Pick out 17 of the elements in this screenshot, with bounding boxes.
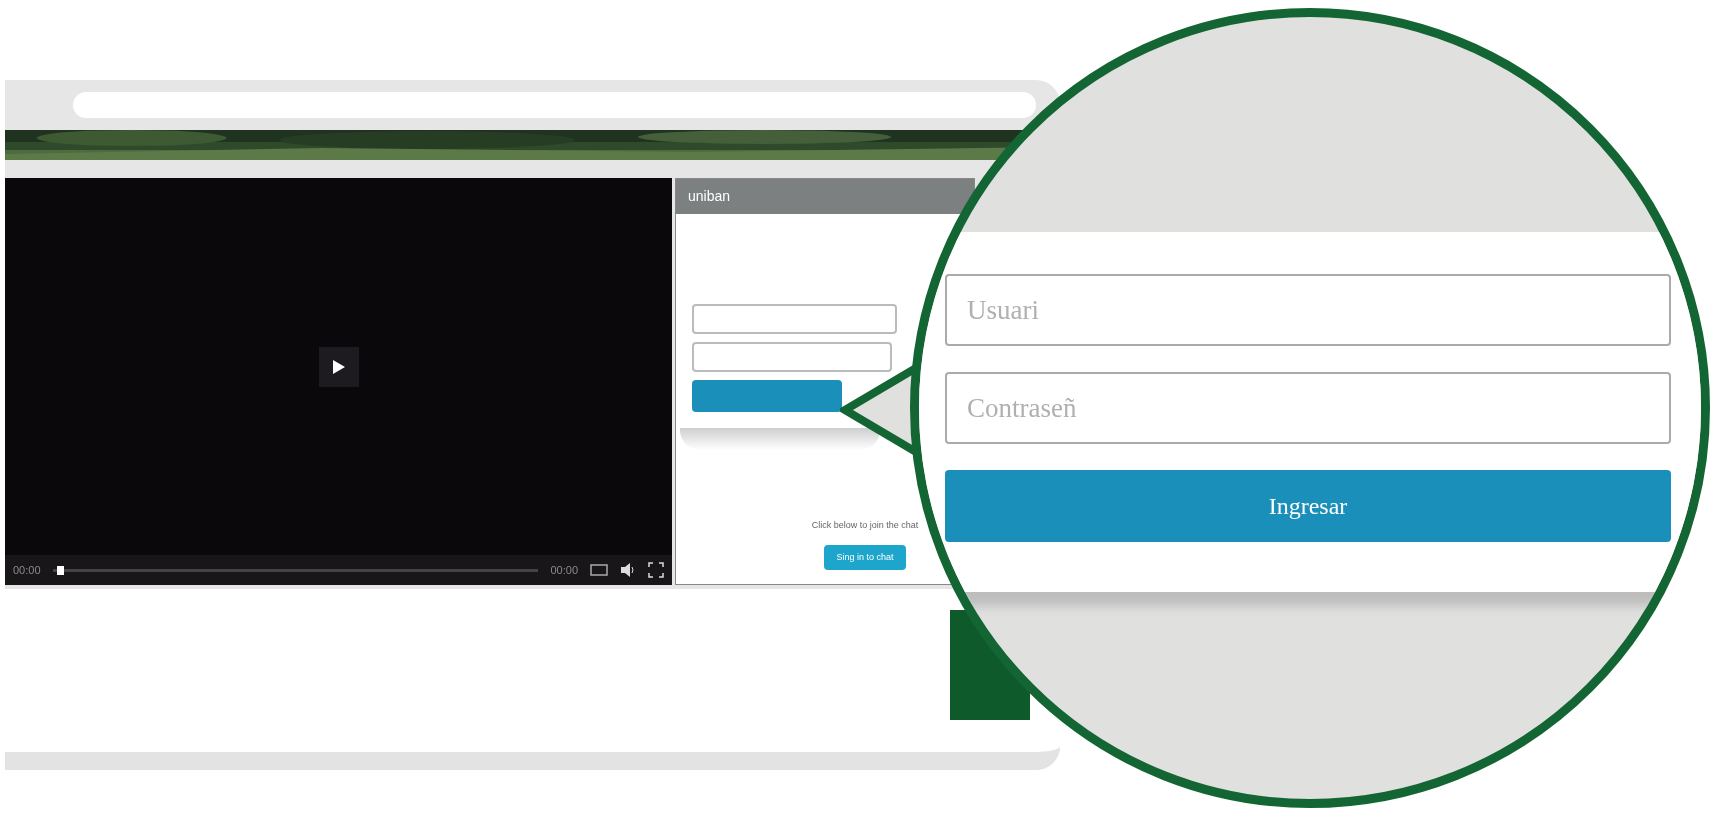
ingresar-button[interactable]: Ingresar [945, 470, 1671, 542]
password-field[interactable] [692, 342, 892, 372]
progress-track[interactable] [52, 568, 539, 572]
username-field[interactable] [692, 304, 897, 334]
magnified-field[interactable]: Usuari [945, 274, 1671, 346]
current-time: 00:00 [13, 562, 41, 578]
play-icon [331, 358, 346, 375]
play-button[interactable] [318, 346, 359, 387]
volume-icon[interactable] [620, 563, 636, 577]
chat-prompt: Click below to join the chat [811, 519, 919, 532]
captions-icon[interactable] [590, 564, 608, 576]
progress-thumb[interactable] [57, 565, 65, 575]
magnified-field[interactable]: Contraseñ [945, 372, 1671, 444]
duration: 00:00 [550, 562, 578, 578]
chat-sign-in-button[interactable]: Sing in to chat [824, 544, 906, 570]
brand-name: uniban [688, 187, 731, 206]
fullscreen-icon[interactable] [648, 562, 664, 578]
